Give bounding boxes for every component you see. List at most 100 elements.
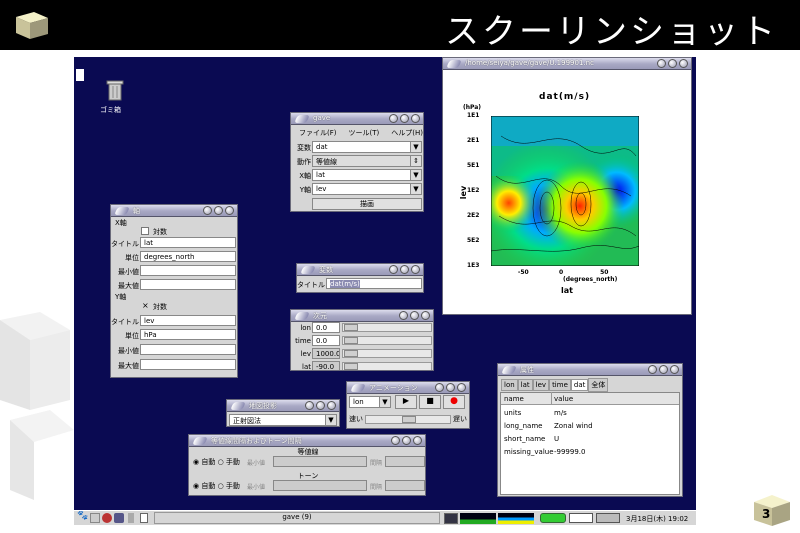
launcher-icon[interactable]	[114, 513, 124, 523]
table-row[interactable]: short_name U	[504, 435, 679, 447]
pager-icon[interactable]	[569, 513, 593, 523]
tone-manual-radio[interactable]: ○	[218, 482, 224, 490]
minimize-button[interactable]	[391, 436, 400, 445]
x-unit-field[interactable]: degrees_north	[140, 251, 236, 262]
record-button[interactable]: ●	[443, 395, 465, 409]
slider-knob[interactable]	[344, 363, 358, 370]
projection-window[interactable]: 地図投影 正射図法 ▼	[226, 399, 340, 427]
window-list-icon[interactable]	[140, 513, 148, 523]
projection-window-titlebar[interactable]: 地図投影	[227, 400, 339, 412]
plot-window[interactable]: /home/seiya/gave/gave/U.199901.nc dat(m/…	[442, 57, 692, 315]
close-button[interactable]	[411, 114, 420, 123]
task-button[interactable]: gave (9)	[154, 512, 440, 524]
trash-icon[interactable]	[106, 79, 124, 101]
tab-dat[interactable]: dat	[570, 379, 589, 391]
tone-interval-field[interactable]	[385, 480, 425, 491]
y-unit-field[interactable]: hPa	[140, 329, 236, 340]
launcher-icon[interactable]	[128, 513, 134, 523]
contour-interval-field[interactable]	[385, 456, 425, 467]
slider-knob[interactable]	[344, 350, 358, 357]
tone-auto-radio[interactable]: ◉	[193, 482, 199, 490]
slider-knob[interactable]	[344, 337, 358, 344]
projection-select[interactable]: 正射図法 ▼	[229, 414, 337, 426]
tab-global[interactable]: 全体	[588, 378, 609, 392]
window-menu-icon[interactable]	[294, 312, 310, 320]
y-max-field[interactable]	[140, 359, 236, 370]
dim-time-field[interactable]: 0.0	[312, 335, 340, 346]
maximize-button[interactable]	[668, 59, 677, 68]
y-title-field[interactable]: lev	[140, 315, 236, 326]
window-menu-icon[interactable]	[350, 384, 366, 392]
axis-window[interactable]: 軸 X軸 対数 タイトル lat 単位 degrees_north 最小値 最大…	[110, 204, 238, 378]
dim-lon-field[interactable]: 0.0	[312, 322, 340, 333]
window-menu-icon[interactable]	[114, 207, 130, 215]
window-menu-icon[interactable]	[230, 402, 246, 410]
x-axis-select[interactable]: lat ▼	[312, 169, 422, 181]
axis-window-titlebar[interactable]: 軸	[111, 205, 237, 217]
dim-lev-field[interactable]: 1000.0	[312, 348, 340, 359]
contour-auto-radio[interactable]: ◉	[193, 458, 199, 466]
foot-menu-icon[interactable]: 🐾	[77, 511, 88, 521]
close-button[interactable]	[670, 365, 679, 374]
menu-file[interactable]: ファイル(F)	[299, 129, 337, 137]
var-select[interactable]: dat ▼	[312, 141, 422, 153]
menu-tools[interactable]: ツール(T)	[349, 129, 380, 137]
variable-window-titlebar[interactable]: 変数	[297, 264, 423, 276]
x-title-field[interactable]: lat	[140, 237, 236, 248]
maximize-button[interactable]	[402, 436, 411, 445]
table-row[interactable]: long_name Zonal wind	[504, 422, 679, 434]
maximize-button[interactable]	[400, 114, 409, 123]
slider-knob[interactable]	[402, 416, 416, 423]
minimize-button[interactable]	[657, 59, 666, 68]
window-menu-icon[interactable]	[300, 266, 316, 274]
maximize-button[interactable]	[659, 365, 668, 374]
gave-window-titlebar[interactable]: gave	[291, 113, 423, 125]
minimize-button[interactable]	[203, 206, 212, 215]
gave-window[interactable]: gave ファイル(F) ツール(T) ヘルプ(H) 変数 dat ▼ 動作 等値線 ⇕…	[290, 112, 424, 212]
close-button[interactable]	[457, 383, 466, 392]
launcher-icon[interactable]	[102, 513, 112, 523]
y-min-field[interactable]	[140, 344, 236, 355]
maximize-button[interactable]	[316, 401, 325, 410]
dim-lev-slider[interactable]	[342, 349, 432, 358]
close-button[interactable]	[225, 206, 234, 215]
anim-dim-select[interactable]: lon ▼	[349, 396, 391, 408]
x-log-checkbox[interactable]	[141, 227, 149, 235]
tab-time[interactable]: time	[549, 379, 571, 391]
minimize-button[interactable]	[648, 365, 657, 374]
stop-button[interactable]: ■	[419, 395, 441, 409]
close-button[interactable]	[421, 311, 430, 320]
dim-lat-slider[interactable]	[342, 362, 432, 370]
close-button[interactable]	[679, 59, 688, 68]
table-row[interactable]: units m/s	[504, 409, 679, 421]
tone-min-field[interactable]	[273, 480, 367, 491]
keyboard-icon[interactable]	[596, 513, 620, 523]
attribute-window-titlebar[interactable]: 属性	[498, 364, 682, 376]
col-value-header[interactable]: value	[554, 395, 573, 403]
col-name-header[interactable]: name	[504, 395, 524, 403]
maximize-button[interactable]	[214, 206, 223, 215]
close-button[interactable]	[411, 265, 420, 274]
var-title-field[interactable]: dat(m/s)	[326, 278, 422, 289]
close-button[interactable]	[327, 401, 336, 410]
dimension-window-titlebar[interactable]: 次元	[291, 310, 433, 322]
tab-lat[interactable]: lat	[517, 379, 533, 391]
contour-manual-radio[interactable]: ○	[218, 458, 224, 466]
play-button[interactable]: ▶	[395, 395, 417, 409]
close-button[interactable]	[413, 436, 422, 445]
table-row[interactable]: missing_value -99999.0	[504, 448, 679, 460]
animation-window-titlebar[interactable]: アニメーション	[347, 382, 469, 394]
minimize-button[interactable]	[305, 401, 314, 410]
contour-window[interactable]: 等値線間隔およびトーン間隔 等値線 ◉ 自動 ○ 手動 最小値 間隔 トーン ◉…	[188, 434, 426, 496]
menu-help[interactable]: ヘルプ(H)	[391, 129, 423, 137]
y-axis-select[interactable]: lev ▼	[312, 183, 422, 195]
window-menu-icon[interactable]	[192, 437, 208, 445]
minimize-button[interactable]	[435, 383, 444, 392]
window-menu-icon[interactable]	[501, 366, 517, 374]
maximize-button[interactable]	[400, 265, 409, 274]
attribute-window[interactable]: 属性 lon lat lev time dat 全体 name value units m/…	[497, 363, 683, 497]
plot-window-titlebar[interactable]: /home/seiya/gave/gave/U.199901.nc	[443, 58, 691, 70]
window-menu-icon[interactable]	[446, 60, 462, 68]
minimize-button[interactable]	[389, 114, 398, 123]
contour-window-titlebar[interactable]: 等値線間隔およびトーン間隔	[189, 435, 425, 447]
